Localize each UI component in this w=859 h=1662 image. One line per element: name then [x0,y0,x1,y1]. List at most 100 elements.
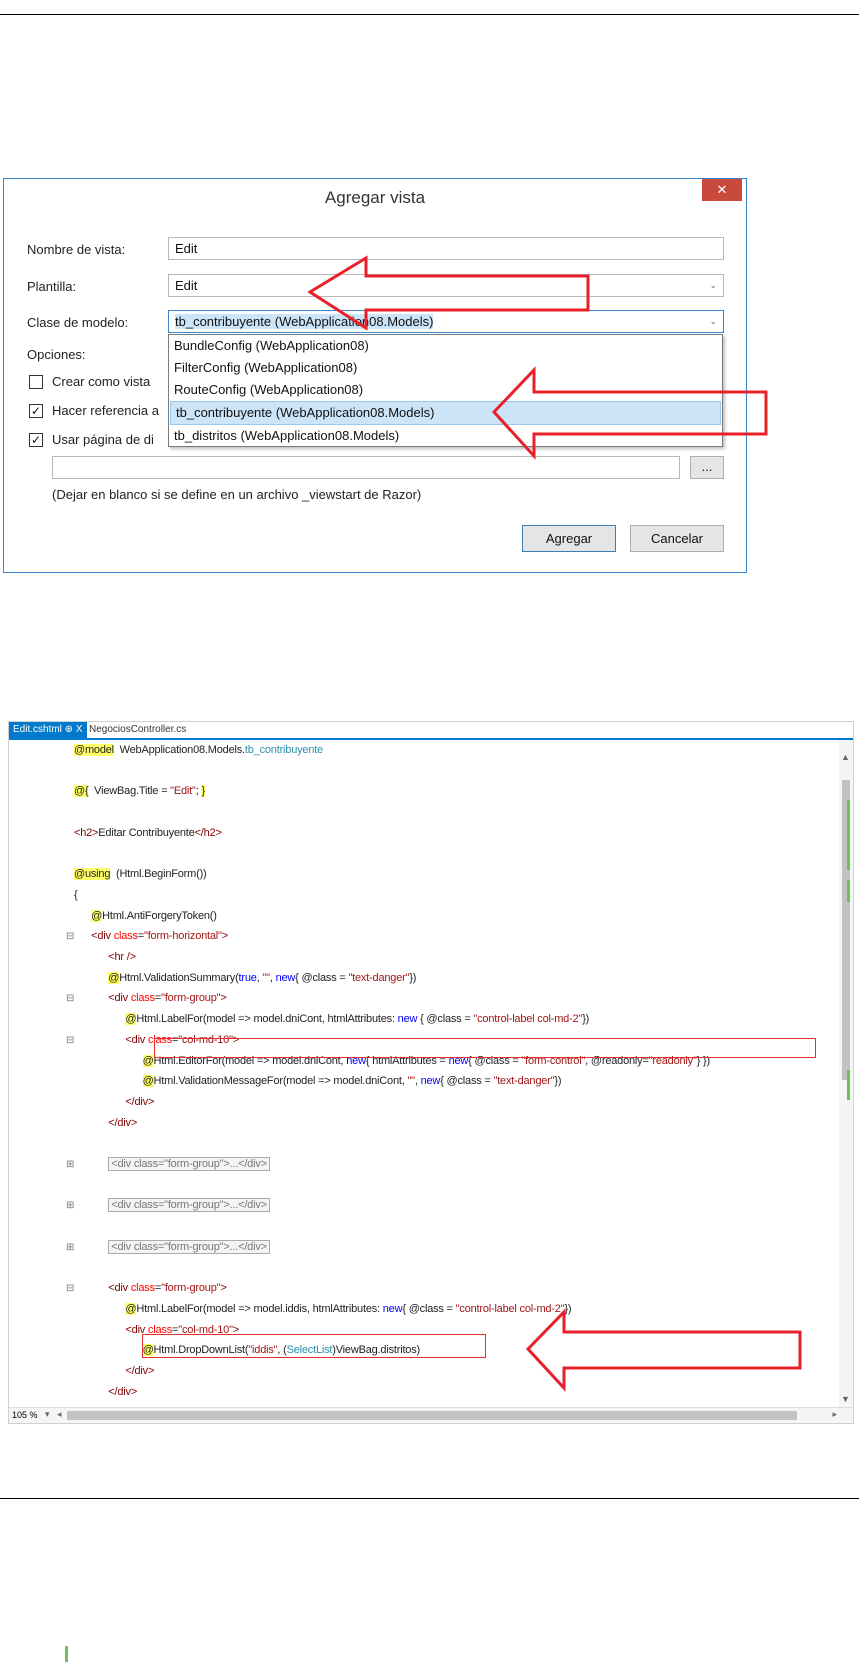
code-token: "form-horizontal" [143,930,222,943]
code-token: <div [108,992,131,1005]
code-token: <div [108,1282,131,1295]
code-token: tb_contribuyente [244,744,324,756]
code-line[interactable]: <div class="form-group">...</div> [74,1157,270,1171]
code-token: }) [582,1013,590,1026]
horizontal-scrollbar[interactable]: 105 % ▾ ◂ ▸ [9,1407,853,1423]
top-rule [0,14,859,15]
code-token: "text-danger" [493,1075,555,1088]
partial-view-label: Crear como vista [52,374,151,389]
code-token: (Html.BeginForm()) [110,868,207,881]
code-token: { @class = [417,1013,474,1026]
code-line[interactable]: </div> [74,1117,137,1129]
code-token: </div> [125,1365,155,1377]
code-line[interactable]: </div> [74,1365,154,1377]
code-token: </div> [108,1385,138,1398]
code-token: "text-danger" [348,971,410,984]
code-line[interactable]: @{ ViewBag.Title = "Edit"; } [74,785,205,798]
chevron-down-icon[interactable]: ▼ [841,1394,851,1404]
reference-scripts-checkbox[interactable]: ✓ [29,404,43,418]
code-token: > [221,930,228,943]
chevron-left-icon[interactable]: ◂ [57,1409,62,1420]
code-line[interactable]: @Html.AntiForgeryToken() [74,909,217,922]
template-label: Plantilla: [27,279,77,294]
code-line[interactable]: { [74,889,78,901]
tab-negocios-controller[interactable]: NegociosController.cs [85,722,190,738]
code-line[interactable]: </div> [74,1096,154,1108]
code-token: <h2> [74,826,99,839]
code-token: Html.AntiForgeryToken() [102,909,217,922]
code-token: Editar Contribuyente [98,826,195,839]
hscroll-thumb[interactable] [67,1411,797,1420]
code-token: new [420,1075,441,1088]
code-token: @model [74,744,114,756]
code-token: "form-group" [161,1282,221,1295]
code-line[interactable]: @using (Html.BeginForm()) [74,868,207,881]
code-line[interactable]: <div class="form-group">...</div> [74,1198,270,1213]
use-layout-checkbox[interactable]: ✓ [29,433,43,447]
code-token: } [201,785,205,798]
use-layout-label: Usar página de di [52,432,154,447]
code-token: new [382,1302,403,1315]
editor-tab-bar: Edit.cshtml ⊕ X NegociosController.cs [9,722,853,740]
code-token: "Edit" [170,785,196,798]
dropdown-item[interactable]: BundleConfig (WebApplication08) [169,335,722,357]
code-token: </div> [125,1095,155,1108]
code-token: <hr /> [108,951,136,963]
code-token: <div [91,930,114,943]
code-token: > [220,992,227,1005]
code-token: Html.ValidationSummary( [119,971,239,984]
layout-hint-text: (Dejar en blanco si se define en un arch… [52,487,422,502]
code-token: @ [125,1013,137,1026]
view-name-label: Nombre de vista: [27,242,126,257]
code-line[interactable]: <hr /> [74,951,136,963]
vertical-scrollbar[interactable]: ▲ ▼ [839,740,853,1408]
zoom-level[interactable]: 105 % [12,1410,38,1420]
chevron-down-icon[interactable]: ▾ [45,1409,50,1420]
code-line[interactable]: @Html.ValidationMessageFor(model => mode… [74,1075,561,1088]
code-line[interactable]: <div class="form-horizontal"> [74,930,228,942]
add-button[interactable]: Agregar [522,525,616,552]
code-token: ViewBag.Title = [88,785,171,798]
code-token: true [238,971,257,984]
code-line[interactable]: <h2>Editar Contribuyente</h2> [74,827,222,839]
code-token: @ [125,1302,137,1315]
highlight-box-dropdownlist [142,1334,486,1358]
chevron-right-icon[interactable]: ▸ [832,1409,837,1420]
code-token: new [397,1013,418,1026]
code-line[interactable]: @model WebApplication08.Models.tb_contri… [74,744,323,756]
code-line[interactable]: <div class="form-group"> [74,1282,227,1294]
chevron-down-icon: ⌄ [709,280,717,290]
code-token: { @class = [440,1075,494,1088]
code-line[interactable]: @Html.ValidationSummary(true, "", new{ @… [74,971,416,984]
code-token: @ [142,1054,154,1067]
code-token: > [220,1282,227,1295]
code-line[interactable]: @Html.LabelFor(model => model.iddis, htm… [74,1302,572,1315]
code-token: "control-label col-md-2" [473,1013,583,1026]
code-token: class [130,992,155,1005]
cancel-button[interactable]: Cancelar [630,525,724,552]
code-token: class [130,1282,155,1295]
close-icon[interactable]: ✕ [702,179,742,201]
code-line[interactable]: <div class="form-group">...</div> [74,1239,270,1254]
code-line[interactable]: <div class="form-group"> [74,992,227,1004]
code-line[interactable]: @Html.LabelFor(model => model.dniCont, h… [74,1013,590,1026]
code-line[interactable]: </div> [74,1386,137,1398]
code-token: WebApplication08.Models. [113,744,245,756]
chevron-up-icon[interactable]: ▲ [841,752,851,762]
partial-view-checkbox[interactable] [29,375,43,389]
code-token: <div [125,1033,148,1046]
code-token: "" [407,1075,415,1088]
change-indicator [847,880,850,902]
tab-edit-cshtml[interactable]: Edit.cshtml ⊕ X [9,722,87,738]
